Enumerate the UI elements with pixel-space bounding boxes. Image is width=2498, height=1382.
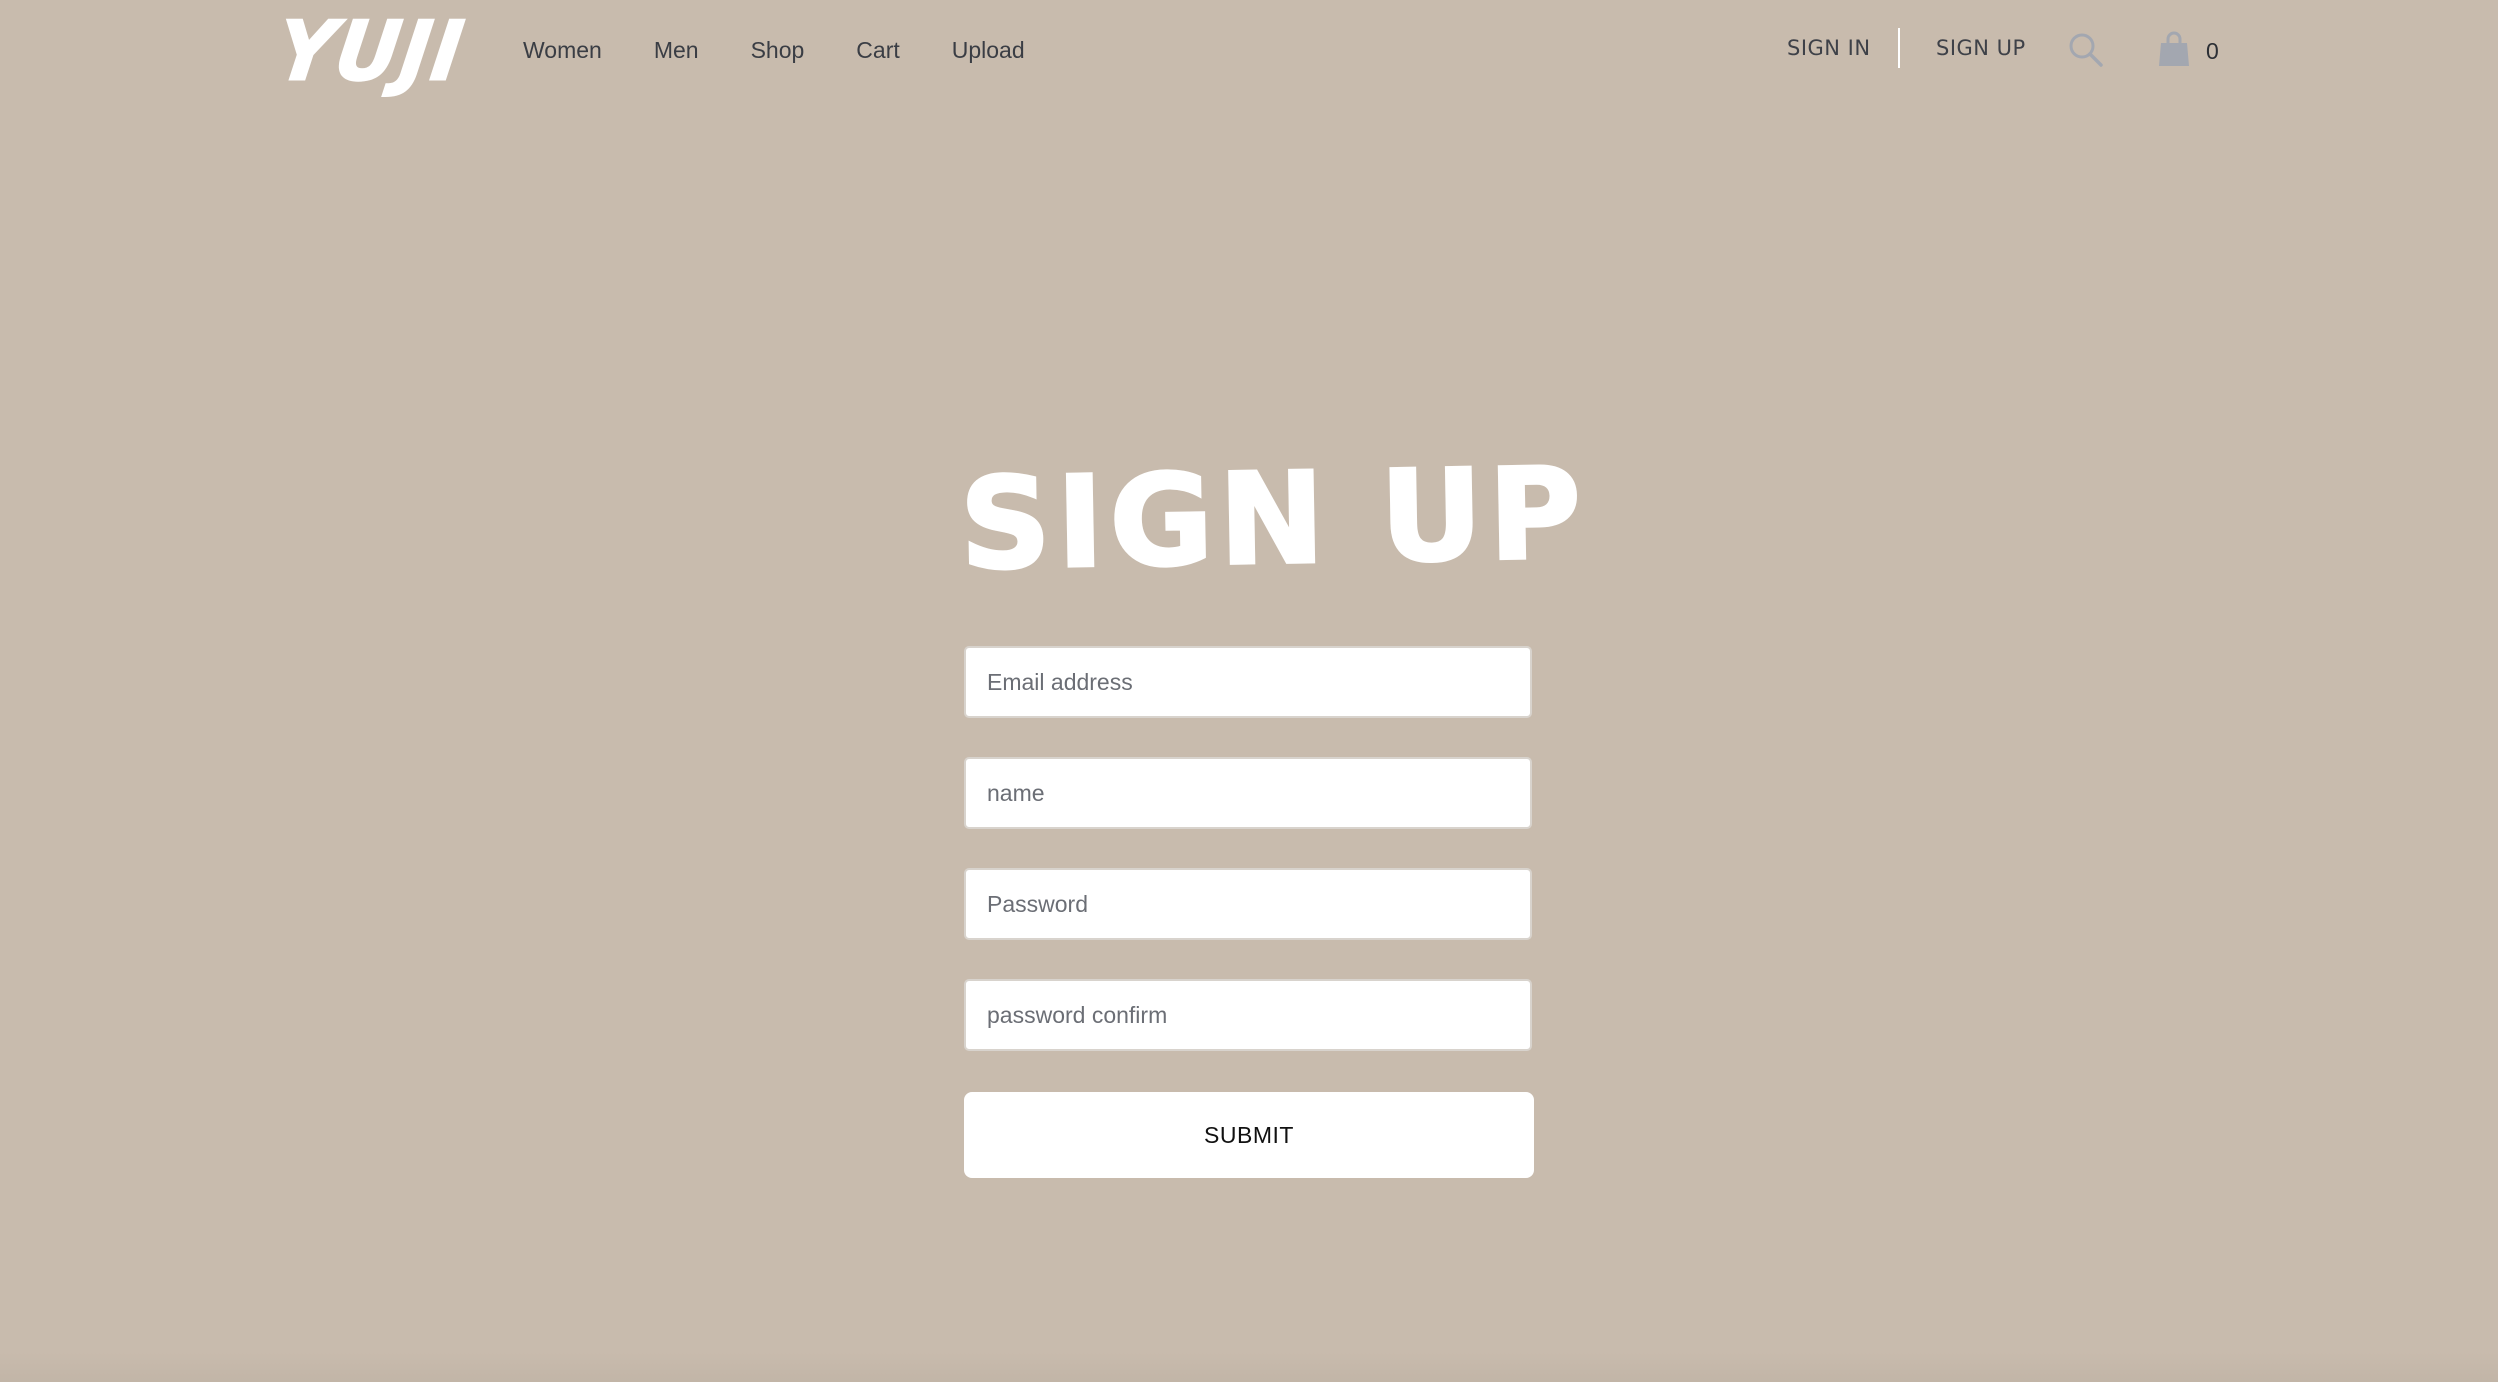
submit-button[interactable]: SUBMIT [964, 1092, 1534, 1178]
auth-divider [1898, 28, 1900, 68]
logo[interactable]: YUJI [270, 4, 471, 101]
nav-item-men[interactable]: Men [654, 30, 699, 70]
page-title: Sign Up [957, 439, 1590, 600]
shopping-bag-icon[interactable] [2158, 30, 2190, 68]
nav-item-upload[interactable]: Upload [952, 30, 1025, 70]
sign-up-link[interactable]: SIGN UP [1936, 28, 2026, 68]
main-nav: Women Men Shop Cart Upload [523, 30, 1077, 70]
nav-item-cart[interactable]: Cart [856, 30, 899, 70]
site-header: YUJI Women Men Shop Cart Upload SIGN IN … [0, 0, 2498, 101]
name-field[interactable] [964, 757, 1532, 829]
email-field[interactable] [964, 646, 1532, 718]
sign-in-link[interactable]: SIGN IN [1787, 28, 1871, 68]
search-icon[interactable] [2068, 32, 2104, 68]
page-title-wrap: Sign Up [957, 439, 1590, 600]
nav-item-women[interactable]: Women [523, 30, 602, 70]
password-confirm-field[interactable] [964, 979, 1532, 1051]
cart-count-badge: 0 [2206, 38, 2219, 64]
footer-edge [0, 1352, 2498, 1382]
nav-item-shop[interactable]: Shop [751, 30, 805, 70]
password-field[interactable] [964, 868, 1532, 940]
